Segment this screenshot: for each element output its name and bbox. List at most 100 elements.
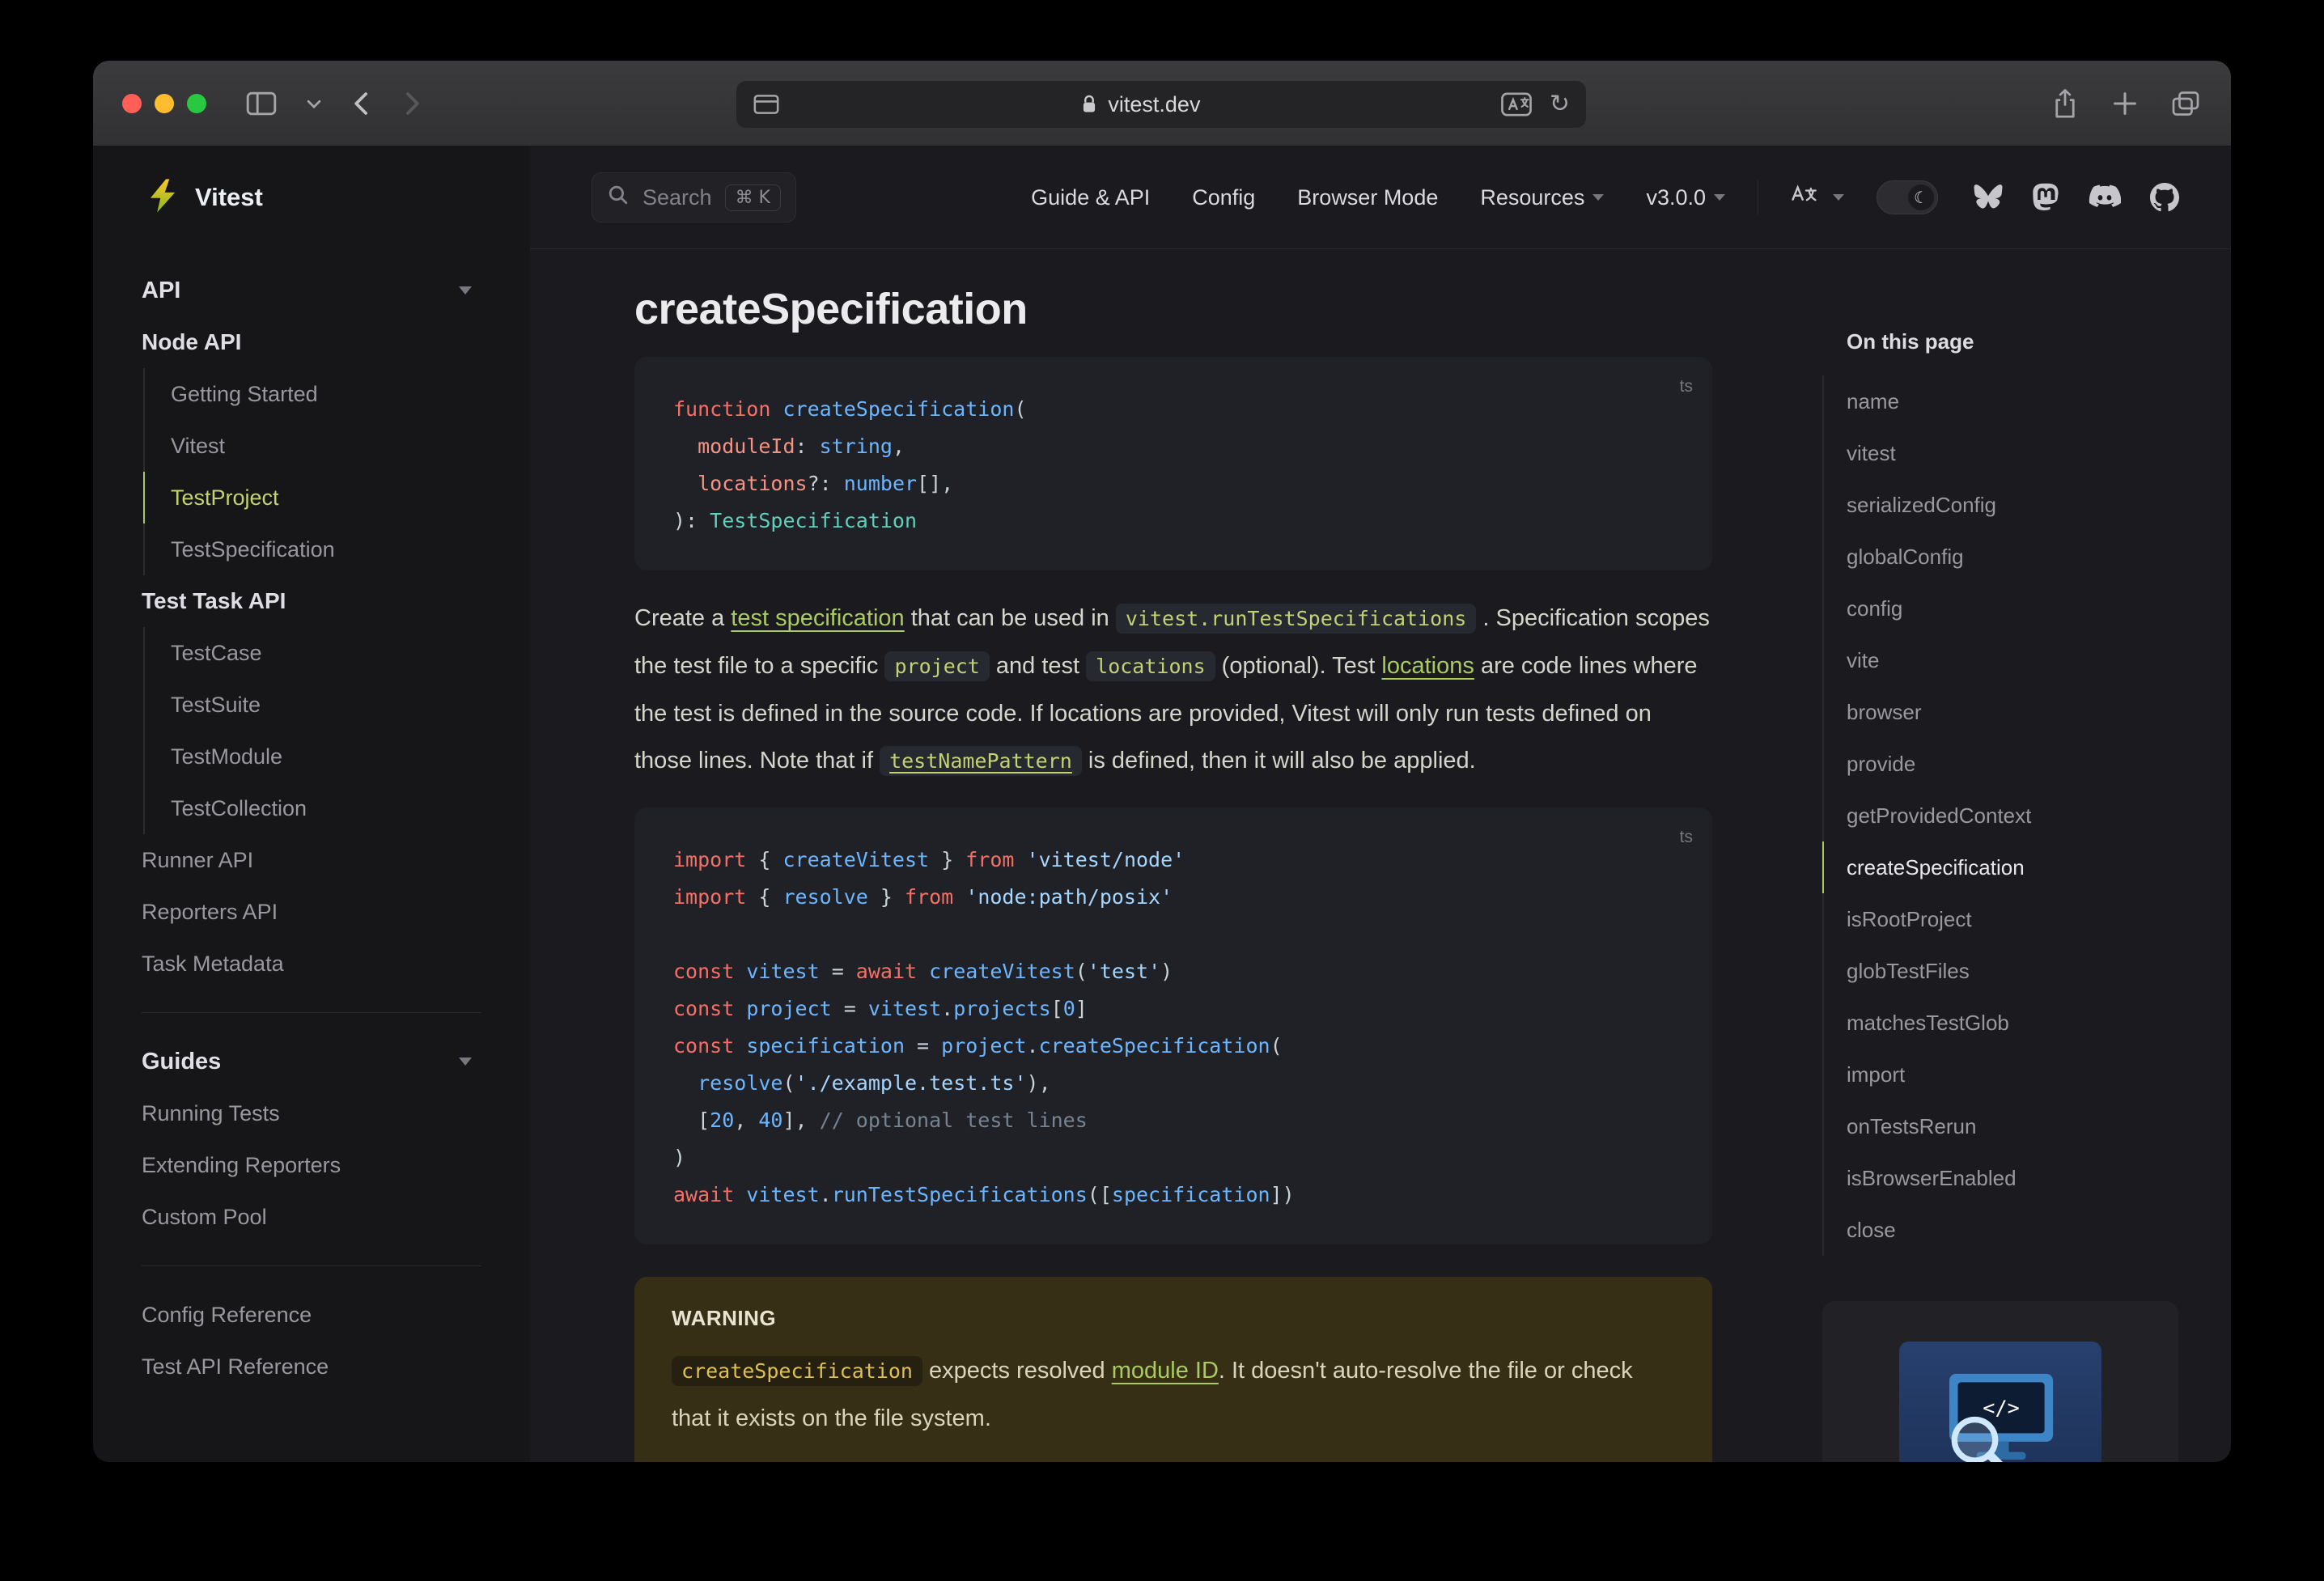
sidebar-chevron-down-icon[interactable]	[305, 95, 323, 112]
sidebar-item-label: TestProject	[171, 485, 279, 510]
sidebar-item-test-api-reference[interactable]: Test API Reference	[93, 1341, 530, 1392]
doc-link-locations[interactable]: locations	[1381, 653, 1474, 679]
inline-code-vitest-runtestspecifications: vitest.runTestSpecifications	[1115, 604, 1477, 634]
code-token: project	[941, 1034, 1027, 1058]
code-token: (	[782, 1071, 795, 1095]
chevron-down-icon	[1714, 194, 1725, 201]
code-block-example: ts import { createVitest } from 'vitest/n…	[634, 807, 1712, 1244]
outline-item-config[interactable]: config	[1822, 583, 2203, 634]
code-token: // optional test lines	[819, 1108, 1088, 1132]
code-token: .	[1026, 1034, 1039, 1058]
minimize-window-button[interactable]	[155, 94, 174, 113]
sidebar-item-testsuite[interactable]: TestSuite	[143, 679, 530, 731]
page-icon[interactable]	[753, 92, 780, 117]
sidebar-item-guides[interactable]: Guides	[93, 1036, 530, 1087]
outline-item-vitest[interactable]: vitest	[1822, 427, 2203, 479]
code-token: moduleId	[698, 434, 795, 458]
browser-window: vitest.dev ↻ Vitest API Node API Getting…	[93, 61, 2231, 1462]
code-token: (	[1075, 960, 1088, 983]
sidebar-item-label: TestCollection	[171, 795, 307, 820]
code-token: locations	[698, 472, 808, 495]
doc-link-module-id[interactable]: module ID	[1112, 1358, 1219, 1384]
outline-item-close[interactable]: close	[1822, 1204, 2203, 1256]
outline-item-isrootproject[interactable]: isRootProject	[1822, 893, 2203, 945]
code-line: await vitest.runTestSpecifications([spec…	[673, 1176, 1673, 1214]
code-token: (	[1014, 397, 1027, 421]
sidebar-item-task-metadata[interactable]: Task Metadata	[93, 938, 530, 990]
doc-link-test-specification[interactable]: test specification	[731, 605, 904, 631]
sidebar-item-label: Running Tests	[142, 1100, 280, 1125]
outline-item-globalconfig[interactable]: globalConfig	[1822, 531, 2203, 583]
sidebar-item-test-task-api[interactable]: Test Task API	[93, 575, 530, 627]
outline-item-import[interactable]: import	[1822, 1049, 2203, 1100]
code-token: from	[965, 848, 1015, 871]
outline-item-createspecification[interactable]: createSpecification	[1822, 841, 2203, 893]
sidebar-item-vitest[interactable]: Vitest	[143, 420, 530, 472]
outline-item-globtestfiles[interactable]: globTestFiles	[1822, 945, 2203, 997]
outline-item-getprovidedcontext[interactable]: getProvidedContext	[1822, 790, 2203, 841]
outline-item-browser[interactable]: browser	[1822, 686, 2203, 738]
sidebar-item-testspecification[interactable]: TestSpecification	[143, 523, 530, 575]
sponsor-card[interactable]: </>	[1822, 1301, 2178, 1462]
sidebar-item-testmodule[interactable]: TestModule	[143, 731, 530, 782]
address-bar[interactable]: vitest.dev ↻	[736, 81, 1586, 128]
sidebar-item-testcollection[interactable]: TestCollection	[143, 782, 530, 834]
lock-icon	[1080, 94, 1098, 115]
sidebar-item-getting-started[interactable]: Getting Started	[143, 368, 530, 420]
tab-overview-icon[interactable]	[2171, 90, 2200, 117]
code-line: const vitest = await createVitest('test'…	[673, 953, 1673, 990]
outline-item-matchestestglob[interactable]: matchesTestGlob	[1822, 997, 2203, 1049]
sidebar-item-reporters-api[interactable]: Reporters API	[93, 886, 530, 938]
zoom-window-button[interactable]	[187, 94, 206, 113]
new-tab-icon[interactable]	[2111, 90, 2139, 117]
sidebar-item-runner-api[interactable]: Runner API	[93, 834, 530, 886]
sidebar-item-label: TestSuite	[171, 692, 261, 717]
translate-badge-icon[interactable]	[1500, 92, 1532, 117]
outline-item-isbrowserenabled[interactable]: isBrowserEnabled	[1822, 1152, 2203, 1204]
code-token: specification	[746, 1034, 905, 1058]
code-token: vitest	[746, 1183, 820, 1206]
inline-code-locations: locations	[1086, 651, 1215, 681]
translate-icon	[1791, 184, 1818, 212]
vitest-logo[interactable]: Vitest	[93, 146, 530, 248]
sidebar-toggle-button[interactable]	[245, 91, 278, 117]
close-window-button[interactable]	[122, 94, 142, 113]
outline-item-provide[interactable]: provide	[1822, 738, 2203, 790]
outline-item-vite[interactable]: vite	[1822, 634, 2203, 686]
code-token: ),	[1026, 1071, 1051, 1095]
code-token: vitest	[746, 960, 820, 983]
outline-item-name[interactable]: name	[1822, 375, 2203, 427]
sidebar-item-extending-reporters[interactable]: Extending Reporters	[93, 1139, 530, 1191]
back-button[interactable]	[350, 90, 373, 117]
sidebar-item-testcase[interactable]: TestCase	[143, 627, 530, 679]
sidebar-item-label: Config Reference	[142, 1302, 312, 1327]
sidebar-item-config-reference[interactable]: Config Reference	[93, 1289, 530, 1341]
code-token: )	[673, 1146, 686, 1169]
sidebar-item-api[interactable]: API	[93, 265, 530, 316]
outline-item-serializedconfig[interactable]: serializedConfig	[1822, 479, 2203, 531]
code-token: resolve	[698, 1071, 783, 1095]
sidebar-item-running-tests[interactable]: Running Tests	[93, 1087, 530, 1139]
code-token: number	[843, 472, 918, 495]
inline-code-link-testnamepattern[interactable]: testNamePattern	[880, 746, 1082, 776]
outline-item-ontestsrerun[interactable]: onTestsRerun	[1822, 1100, 2203, 1152]
share-icon[interactable]	[2051, 88, 2079, 119]
sidebar-item-node-api[interactable]: Node API	[93, 316, 530, 368]
code-token: createVitest	[929, 960, 1075, 983]
sidebar-item-custom-pool[interactable]: Custom Pool	[93, 1191, 530, 1243]
sidebar-item-label: Reporters API	[142, 899, 278, 924]
reload-icon[interactable]: ↻	[1550, 92, 1570, 117]
forward-button[interactable]	[401, 90, 423, 117]
sidebar-item-label: Runner API	[142, 847, 254, 872]
outline-list: name vitest serializedConfig globalConfig co…	[1822, 375, 2203, 1256]
outline-aside: On this page name vitest serializedConfig g…	[1822, 146, 2203, 1462]
sidebar-item-label: API	[142, 277, 181, 303]
code-token: string	[819, 434, 893, 458]
sidebar-item-testproject[interactable]: TestProject	[143, 472, 530, 523]
warning-callout: WARNING createSpecification expects reso…	[634, 1277, 1712, 1462]
code-token: }	[929, 848, 966, 871]
